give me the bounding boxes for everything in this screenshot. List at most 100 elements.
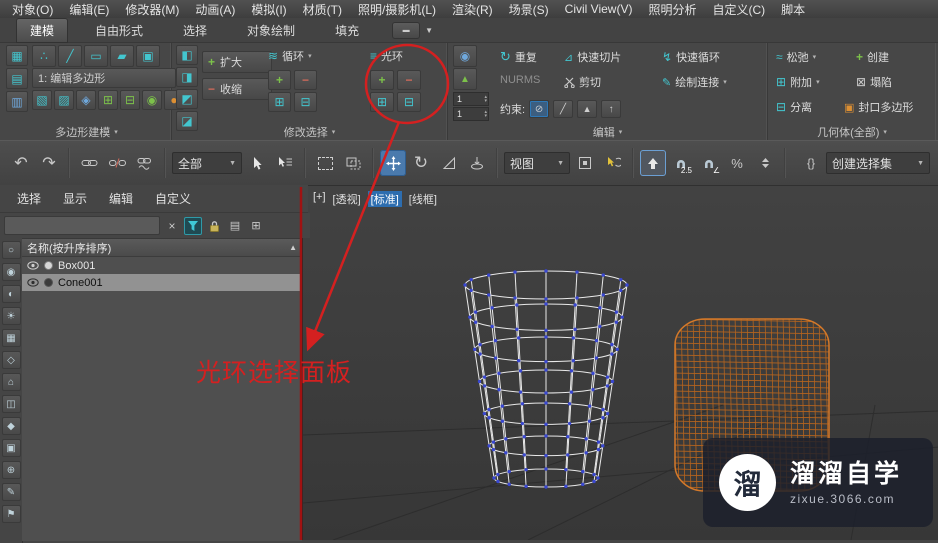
- reference-coordinate-dropdown[interactable]: 视图 ▼: [504, 152, 570, 174]
- explorer-filter-icon[interactable]: ◇: [1, 351, 21, 369]
- edge-subobject-button[interactable]: ╱: [58, 45, 82, 67]
- ribbon-minimize-button[interactable]: ▬: [392, 21, 421, 39]
- modifier-stack-icon[interactable]: ▦: [6, 45, 28, 66]
- msmooth-button[interactable]: ◉: [453, 45, 477, 67]
- collapse-stack-icon[interactable]: ▧: [32, 90, 52, 110]
- repeat-button[interactable]: ↻ 重复: [500, 49, 537, 65]
- eye-icon[interactable]: [27, 278, 39, 287]
- msmooth-iterations-spinner[interactable]: 1 ▴ ▾: [453, 92, 489, 106]
- constraint-normal-button[interactable]: ↑: [601, 100, 622, 118]
- soft-selection-icon[interactable]: ◉: [142, 90, 162, 110]
- paint-connect-button[interactable]: ✎ 绘制连接 ▾: [662, 74, 727, 90]
- explorer-filter-icon[interactable]: ◫: [1, 395, 21, 413]
- explorer-menu-edit[interactable]: 编辑: [98, 188, 144, 209]
- border-subobject-button[interactable]: ▭: [84, 45, 108, 67]
- viewport-menu-label[interactable]: [+]: [313, 191, 326, 207]
- pin-stack-icon[interactable]: ▤: [6, 68, 28, 89]
- explorer-filter-icon[interactable]: ▣: [1, 439, 21, 457]
- collapse-button[interactable]: ⊠ 塌陷: [856, 74, 892, 90]
- undo-button[interactable]: ↶: [8, 150, 34, 176]
- shaded-faces-icon[interactable]: ⊟: [120, 90, 140, 110]
- grow-ring-button[interactable]: +: [370, 70, 394, 90]
- scene-object-row-selected[interactable]: Cone001: [22, 274, 302, 291]
- menu-item-customize[interactable]: 自定义(C): [704, 1, 773, 18]
- loop-mode-minus-button[interactable]: ⊟: [294, 92, 317, 112]
- spinner-arrows-icon[interactable]: ▴ ▾: [484, 110, 487, 119]
- bind-to-space-warp-button[interactable]: [132, 150, 158, 176]
- select-and-manipulate-button[interactable]: [600, 150, 626, 176]
- shrink-ring-button[interactable]: −: [397, 70, 421, 90]
- explorer-menu-display[interactable]: 显示: [52, 188, 98, 209]
- named-selection-sets-dropdown[interactable]: 创建选择集 ▼: [826, 152, 930, 174]
- loop-group-header[interactable]: ≋ 循环 ▾: [268, 48, 312, 64]
- panel-label-modify-selection[interactable]: 修改选择 ▾: [172, 125, 447, 139]
- menu-item-materials[interactable]: 材质(T): [295, 1, 350, 18]
- panel-label-edit[interactable]: 编辑 ▾: [448, 125, 767, 139]
- menu-item-edit[interactable]: 编辑(E): [61, 1, 117, 18]
- ribbon-options-chevron-icon[interactable]: ▼: [425, 26, 433, 35]
- menu-item-lighting-cameras[interactable]: 照明/摄影机(L): [350, 1, 444, 18]
- columns-button[interactable]: ⊞: [247, 217, 265, 235]
- convert-to-vertex-icon[interactable]: ◧: [176, 45, 198, 65]
- menu-item-simulate[interactable]: 模拟(I): [243, 1, 294, 18]
- convert-to-border-icon[interactable]: ◩: [176, 89, 198, 109]
- vertex-subobject-button[interactable]: ∴: [32, 45, 56, 67]
- menu-item-object[interactable]: 对象(O): [4, 1, 61, 18]
- attach-button[interactable]: ⊞ 附加 ▾: [776, 74, 820, 90]
- menu-item-civil-view[interactable]: Civil View(V): [557, 2, 641, 16]
- sort-header[interactable]: 名称(按升序排序) ▲: [22, 239, 302, 257]
- explorer-filter-icon[interactable]: ☀: [1, 307, 21, 325]
- explorer-filter-icon[interactable]: ◉: [1, 263, 21, 281]
- spin-down-icon[interactable]: ▾: [484, 99, 487, 104]
- select-and-link-button[interactable]: [76, 150, 102, 176]
- menu-item-animation[interactable]: 动画(A): [187, 1, 243, 18]
- menu-item-lighting-analysis[interactable]: 照明分析: [640, 1, 704, 18]
- search-input[interactable]: [4, 216, 160, 235]
- explorer-menu-select[interactable]: 选择: [6, 188, 52, 209]
- polygon-subobject-button[interactable]: ▰: [110, 45, 134, 67]
- selection-filter-dropdown[interactable]: 全部 ▼: [172, 152, 242, 174]
- tab-populate[interactable]: 填充: [322, 19, 372, 42]
- grow-loop-button[interactable]: +: [268, 70, 291, 90]
- explorer-filter-icon[interactable]: ✎: [1, 483, 21, 501]
- nurms-toggle[interactable]: NURMS: [500, 74, 540, 86]
- panel-label-polygon-modeling[interactable]: 多边形建模 ▾: [2, 125, 171, 139]
- spin-down-icon[interactable]: ▾: [484, 114, 487, 119]
- viewport-standard-label[interactable]: [标准]: [367, 191, 402, 207]
- explorer-menu-customize[interactable]: 自定义: [144, 188, 202, 209]
- angle-snap-toggle[interactable]: ∠: [696, 150, 722, 176]
- tessellate-button[interactable]: ▲: [453, 68, 477, 90]
- percent-snap-toggle[interactable]: %: [724, 150, 750, 176]
- explorer-filter-icon[interactable]: ⚑: [1, 505, 21, 523]
- show-cage-icon[interactable]: ⊞: [98, 90, 118, 110]
- menu-item-scripting[interactable]: 脚本: [773, 1, 813, 18]
- tab-modeling[interactable]: 建模: [16, 17, 69, 43]
- element-subobject-button[interactable]: ▣: [136, 45, 160, 67]
- tessellate-iterations-spinner[interactable]: 1 ▴ ▾: [453, 107, 489, 121]
- scene-object-row[interactable]: Box001: [22, 257, 302, 274]
- edit-list-button[interactable]: ▤: [226, 217, 244, 235]
- rectangular-selection-region-button[interactable]: [312, 150, 338, 176]
- tab-freeform[interactable]: 自由形式: [82, 19, 156, 42]
- convert-to-edge-icon[interactable]: ◨: [176, 67, 198, 87]
- explorer-filter-icon[interactable]: ◐: [1, 285, 21, 303]
- preserve-uvs-icon[interactable]: ▨: [54, 90, 74, 110]
- ring-mode-plus-button[interactable]: ⊞: [370, 92, 394, 112]
- window-crossing-toggle[interactable]: [340, 150, 366, 176]
- edit-named-sets-button[interactable]: {}: [798, 150, 824, 176]
- use-pivot-center-button[interactable]: [572, 150, 598, 176]
- cap-poly-button[interactable]: ▣ 封口多边形: [844, 99, 913, 115]
- menu-item-rendering[interactable]: 渲染(R): [444, 1, 501, 18]
- cut-button[interactable]: 剪切: [564, 74, 601, 90]
- show-end-result-icon[interactable]: ▥: [6, 91, 28, 112]
- quick-slice-button[interactable]: ⊿ 快速切片: [564, 49, 621, 65]
- edit-poly-mode-dropdown[interactable]: 1: 编辑多边形: [32, 68, 176, 88]
- ring-mode-minus-button[interactable]: ⊟: [397, 92, 421, 112]
- select-by-name-button[interactable]: [272, 150, 298, 176]
- ring-group-header[interactable]: ≡ 光环: [370, 48, 403, 64]
- swift-loop-button[interactable]: ↯ 快速循环: [662, 49, 720, 65]
- tab-selection[interactable]: 选择: [170, 19, 220, 42]
- select-and-move-button[interactable]: [380, 150, 406, 176]
- viewport[interactable]: [+] [透视] [标准] [线框] 溜 溜溜自学 zixue.3066.com: [302, 185, 938, 540]
- select-object-button[interactable]: [244, 150, 270, 176]
